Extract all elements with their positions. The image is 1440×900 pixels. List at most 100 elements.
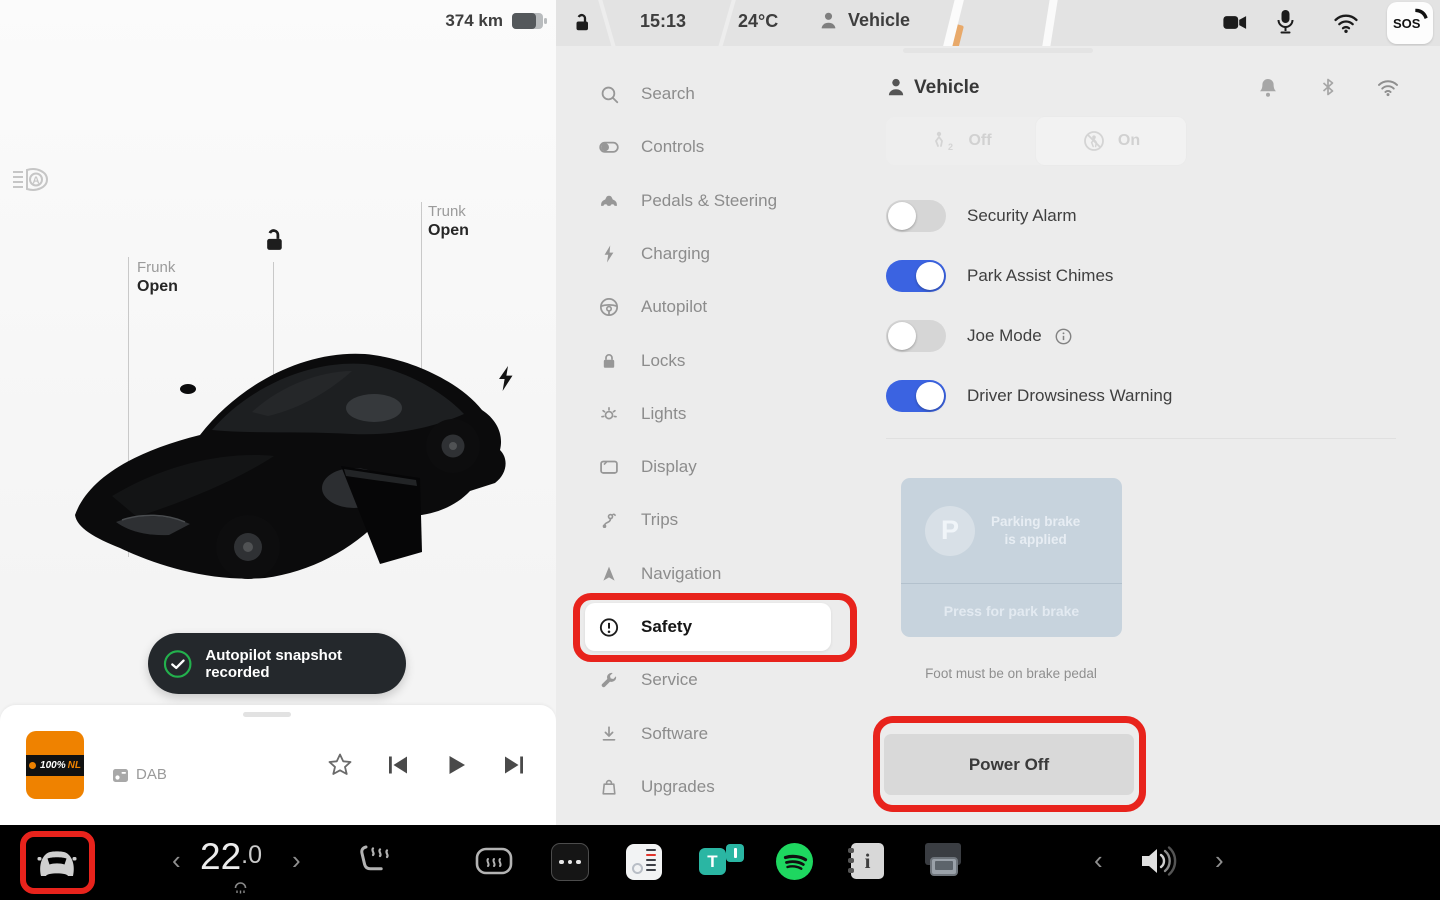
unlocked-icon[interactable] [259,226,287,254]
volume-button[interactable] [1138,843,1182,879]
play-button[interactable] [442,751,470,779]
park-brake-text: Parking brake is applied [991,513,1080,549]
wifi-status-icon[interactable] [1332,12,1360,34]
security-alarm-toggle[interactable] [886,200,946,232]
charge-port-icon[interactable] [496,366,516,392]
next-track-button[interactable] [500,751,528,779]
shopping-bag-icon [598,776,620,798]
outside-temperature[interactable]: 24°C [738,11,778,32]
sidebar-item-charging[interactable]: Charging [586,228,836,280]
autopilot-snapshot-toast: Autopilot snapshot recorded [148,633,406,694]
lock-icon [598,350,620,372]
sidebar-item-controls[interactable]: Controls [586,121,836,173]
segment-on[interactable]: On [1036,117,1186,165]
sidebar-item-label: Service [641,670,698,689]
sidebar-item-locks[interactable]: Locks [586,335,836,387]
defrost-button[interactable] [474,843,514,879]
previous-track-button[interactable] [384,751,412,779]
seat-heater-icon [360,845,389,871]
sidebar-item-label: Upgrades [641,777,715,796]
route-icon [598,509,620,531]
bluetooth-icon[interactable] [1318,76,1338,98]
media-drag-handle[interactable] [243,712,291,717]
tesla-screen: 374 km A Frunk Open Trunk Open Autopilot… [0,0,1440,900]
media-source: DAB [112,766,167,783]
media-player: 100% NL DAB [0,705,556,825]
tunein-letter: T [707,851,718,871]
toggle-row-joe-mode: Joe Mode [886,320,1073,352]
tunein-app-button[interactable]: T [699,843,745,879]
content-title: Vehicle [914,77,980,98]
download-icon [598,723,620,745]
dashcam-icon[interactable] [1222,13,1248,32]
temperature-decrease-button[interactable]: ‹ [172,847,181,873]
temperature-text: 24°C [738,11,779,31]
info-icon[interactable] [1054,327,1073,346]
seat-heater-button[interactable] [356,841,394,881]
station-name-right: NL [67,760,81,771]
person-icon [888,78,904,96]
lane-line [1041,0,1059,46]
road-line [714,0,738,46]
segment-off[interactable]: 2 Off [886,117,1036,165]
app-launcher-button[interactable] [551,843,589,881]
station-logo: 100% NL [26,755,84,776]
wifi-icon[interactable] [1376,78,1400,97]
sidebar-item-autopilot[interactable]: Autopilot [586,281,836,333]
panel-drag-handle[interactable] [903,48,1093,53]
sidebar-item-service[interactable]: Service [586,654,836,706]
station-name-left: 100% [40,760,66,771]
car-icon [598,190,620,212]
park-brake-icon: P [925,505,975,556]
sidebar-item-label: Display [641,457,697,476]
temperature-value: 22 [200,836,242,877]
sidebar-item-safety[interactable]: Safety [585,603,831,651]
radio-station-art[interactable]: 100% NL [26,731,84,799]
toggle-label: Park Assist Chimes [967,266,1114,285]
sidebar-item-display[interactable]: Display [586,441,836,493]
lane-line [942,0,965,46]
trunk-status-label[interactable]: Trunk Open [428,202,469,240]
temperature-increase-button[interactable]: › [292,847,301,873]
sos-button[interactable]: SOS [1387,2,1433,44]
bell-icon[interactable] [1258,77,1278,99]
sidebar-item-navigation[interactable]: Navigation [586,548,836,600]
driver-drowsiness-toggle[interactable] [886,380,946,412]
driver-temperature[interactable]: 22 .0 [200,837,262,877]
volume-down-button[interactable]: ‹ [1094,847,1103,873]
time-text: 15:13 [640,11,687,31]
pedestrian-2-icon: 2 [935,131,953,152]
sidebar-item-label: Safety [641,617,693,636]
volume-up-button[interactable]: › [1215,847,1224,873]
manual-letter: i [864,848,871,873]
tunein-app-icon: T [699,843,745,879]
owners-manual-button[interactable]: i [848,843,884,879]
spotify-app-button[interactable] [776,843,813,880]
toggle-thumb [916,262,944,290]
sidebar-item-label: Trips [641,510,679,529]
sidebar-item-lights[interactable]: Lights [586,388,836,440]
radio-app-button[interactable] [626,844,662,880]
sidebar-item-search[interactable]: Search [586,68,836,120]
park-brake-line1: Parking brake [991,513,1081,529]
power-off-button[interactable]: Power Off [884,734,1134,795]
sidebar-item-pedals-steering[interactable]: Pedals & Steering [586,175,836,227]
content-header: Vehicle [885,74,1405,106]
unlocked-status-icon[interactable] [570,11,594,35]
sidebar-item-trips[interactable]: Trips [586,494,836,546]
toast-message: Autopilot snapshot recorded [205,646,343,681]
microphone-icon[interactable] [1276,9,1295,36]
vehicle-controls-button[interactable] [33,844,81,882]
park-assist-chimes-toggle[interactable] [886,260,946,292]
frunk-status-label[interactable]: Frunk Open [137,258,178,296]
theater-app-button[interactable] [921,842,965,880]
sidebar-item-upgrades[interactable]: Upgrades [586,761,836,813]
favorite-star-button[interactable] [326,751,354,779]
defroster-icon [475,847,513,875]
sidebar-item-software[interactable]: Software [586,708,836,760]
park-brake-status: P Parking brake is applied [901,478,1122,584]
park-brake-button[interactable]: P Parking brake is applied Press for par… [901,478,1122,637]
driver-profile[interactable]: Vehicle [818,10,910,31]
star-icon [328,753,352,775]
joe-mode-toggle[interactable] [886,320,946,352]
